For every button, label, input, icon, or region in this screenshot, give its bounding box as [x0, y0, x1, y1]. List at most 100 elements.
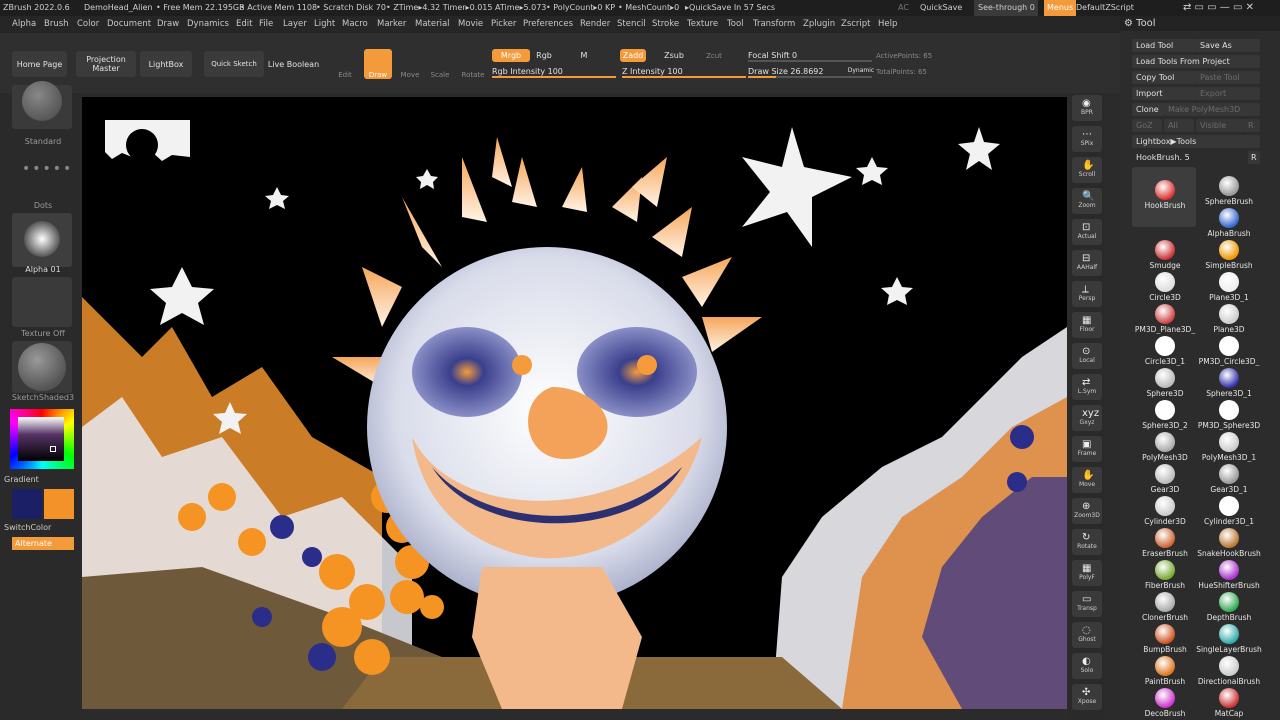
brush-plane3d[interactable]: Plane3D — [1198, 304, 1260, 336]
brush-circle3d[interactable]: Circle3D — [1134, 272, 1196, 304]
dynamic-button[interactable]: Dynamic — [846, 65, 876, 76]
secondary-color-swatch[interactable] — [44, 489, 74, 519]
primary-color-swatch[interactable] — [12, 489, 42, 519]
brush-simplebrush[interactable]: SimpleBrush — [1198, 240, 1260, 272]
quick-sketch-button[interactable]: Quick Sketch — [204, 51, 264, 77]
brush-bumpbrush[interactable]: BumpBrush — [1134, 624, 1196, 656]
menu-zplugin[interactable]: Zplugin — [803, 16, 835, 33]
m-button[interactable]: M — [574, 49, 594, 62]
live-boolean-button[interactable]: Live Boolean — [266, 51, 321, 77]
quicksave-button[interactable]: QuickSave — [920, 0, 962, 16]
menu-marker[interactable]: Marker — [377, 16, 406, 33]
goz-r-button[interactable]: R — [1244, 119, 1260, 132]
brush-polymesh3d[interactable]: PolyMesh3D — [1134, 432, 1196, 464]
current-tool-r-button[interactable]: R — [1248, 151, 1260, 164]
brush-sphere3d[interactable]: Sphere3D — [1134, 368, 1196, 400]
brush-polymesh3d-1[interactable]: PolyMesh3D_1 — [1198, 432, 1260, 464]
shelf-aahalf-button[interactable]: ⊟ AAHalf — [1072, 250, 1102, 276]
menu-macro[interactable]: Macro — [342, 16, 368, 33]
shelf-scroll-button[interactable]: ✋ Scroll — [1072, 157, 1102, 183]
menu-light[interactable]: Light — [314, 16, 335, 33]
menu-preferences[interactable]: Preferences — [523, 16, 573, 33]
dots-stroke-thumb[interactable]: ••••• — [12, 151, 72, 201]
color-picker[interactable] — [10, 409, 74, 469]
brush-singlelayerbrush[interactable]: SingleLayerBrush — [1196, 624, 1262, 656]
switchcolor-label[interactable]: SwitchColor — [4, 523, 74, 532]
shelf-solo-button[interactable]: ◐ Solo — [1072, 653, 1102, 679]
menu-tool[interactable]: Tool — [727, 16, 744, 33]
menu-material[interactable]: Material — [415, 16, 450, 33]
window-controls[interactable]: ⇄ ▭ ▭ — ▭ ✕ — [1183, 0, 1254, 16]
brush-gear3d[interactable]: Gear3D — [1134, 464, 1196, 496]
brush-hueshifterbrush[interactable]: HueShifterBrush — [1198, 560, 1260, 592]
menu-brush[interactable]: Brush — [44, 16, 69, 33]
menu-help[interactable]: Help — [878, 16, 897, 33]
menu-transform[interactable]: Transform — [753, 16, 795, 33]
see-through-slider[interactable]: See-through 0 — [974, 0, 1038, 16]
brush-hookbrush[interactable]: HookBrush — [1134, 180, 1196, 212]
menu-alpha[interactable]: Alpha — [12, 16, 36, 33]
brush-sphere3d-2[interactable]: Sphere3D_2 — [1134, 400, 1196, 432]
menu-document[interactable]: Document — [107, 16, 151, 33]
export-button[interactable]: Export — [1196, 87, 1260, 100]
brush-pm3d-sphere3d[interactable]: PM3D_Sphere3D — [1198, 400, 1260, 432]
shelf-actual-button[interactable]: ⊡ Actual — [1072, 219, 1102, 245]
standard-brush-thumb[interactable] — [12, 81, 72, 129]
menu-stencil[interactable]: Stencil — [617, 16, 646, 33]
lightbox-button[interactable]: LightBox — [140, 51, 192, 77]
menu-color[interactable]: Color — [77, 16, 99, 33]
brush-pm3d-circle3d-[interactable]: PM3D_Circle3D_ — [1198, 336, 1260, 368]
lightbox-tools-button[interactable]: Lightbox▶Tools — [1132, 135, 1260, 148]
mrgb-button[interactable]: Mrgb — [492, 49, 530, 62]
shelf-polyf-button[interactable]: ▦ PolyF — [1072, 560, 1102, 586]
brush-cylinder3d-1[interactable]: Cylinder3D_1 — [1198, 496, 1260, 528]
shelf-lsym-button[interactable]: ⇄ L.Sym — [1072, 374, 1102, 400]
shelf-frame-button[interactable]: ▣ Frame — [1072, 436, 1102, 462]
shelf-move-button[interactable]: ✋ Move — [1072, 467, 1102, 493]
paste-tool-button[interactable]: Paste Tool — [1196, 71, 1260, 84]
menu-layer[interactable]: Layer — [283, 16, 307, 33]
shelf-gxyz-button[interactable]: xyz Gxyz — [1072, 405, 1102, 431]
menu-draw[interactable]: Draw — [157, 16, 179, 33]
menu-dynamics[interactable]: Dynamics — [187, 16, 229, 33]
clone-button[interactable]: Clone — [1132, 103, 1164, 116]
shelf-floor-button[interactable]: ▦ Floor — [1072, 312, 1102, 338]
scale-button[interactable]: Scale — [428, 49, 452, 79]
menu-movie[interactable]: Movie — [458, 16, 483, 33]
draw-button[interactable]: Draw — [364, 49, 392, 79]
brush-fiberbrush[interactable]: FiberBrush — [1134, 560, 1196, 592]
shelf-transp-button[interactable]: ▭ Transp — [1072, 591, 1102, 617]
document-canvas[interactable] — [82, 97, 1067, 709]
menu-picker[interactable]: Picker — [491, 16, 516, 33]
brush-spherebrush[interactable]: SphereBrush — [1198, 176, 1260, 208]
load-tool-button[interactable]: Load Tool — [1132, 39, 1196, 52]
copy-tool-button[interactable]: Copy Tool — [1132, 71, 1196, 84]
texture-thumb[interactable] — [12, 277, 72, 327]
tool-palette-header[interactable]: ⚙ Tool — [1120, 16, 1280, 31]
menu-zscript[interactable]: Zscript — [841, 16, 871, 33]
zcut-button[interactable]: Zcut — [700, 49, 728, 62]
home-page-button[interactable]: Home Page — [12, 51, 67, 77]
brush-gear3d-1[interactable]: Gear3D_1 — [1198, 464, 1260, 496]
edit-button[interactable]: Edit — [333, 49, 357, 79]
make-polymesh3d-button[interactable]: Make PolyMesh3D — [1164, 103, 1260, 116]
menu-edit[interactable]: Edit — [236, 16, 252, 33]
brush-cylinder3d[interactable]: Cylinder3D — [1134, 496, 1196, 528]
goz-visible-button[interactable]: Visible — [1196, 119, 1244, 132]
menu-file[interactable]: File — [259, 16, 273, 33]
move-button[interactable]: Move — [398, 49, 422, 79]
menu-stroke[interactable]: Stroke — [652, 16, 679, 33]
material-thumb[interactable] — [12, 341, 72, 393]
alpha-thumb[interactable] — [12, 213, 72, 267]
rgb-button[interactable]: Rgb — [532, 49, 556, 62]
brush-pm3d-plane3d-[interactable]: PM3D_Plane3D_ — [1134, 304, 1196, 336]
brush-paintbrush[interactable]: PaintBrush — [1134, 656, 1196, 688]
brush-plane3d-1[interactable]: Plane3D_1 — [1198, 272, 1260, 304]
shelf-ghost-button[interactable]: ◌ Ghost — [1072, 622, 1102, 648]
brush-directionalbrush[interactable]: DirectionalBrush — [1198, 656, 1260, 688]
shelf-xpose-button[interactable]: ✣ Xpose — [1072, 684, 1102, 710]
shelf-zoom3d-button[interactable]: ⊕ Zoom3D — [1072, 498, 1102, 524]
shelf-local-button[interactable]: ⊙ Local — [1072, 343, 1102, 369]
brush-eraserbrush[interactable]: EraserBrush — [1134, 528, 1196, 560]
import-button[interactable]: Import — [1132, 87, 1196, 100]
